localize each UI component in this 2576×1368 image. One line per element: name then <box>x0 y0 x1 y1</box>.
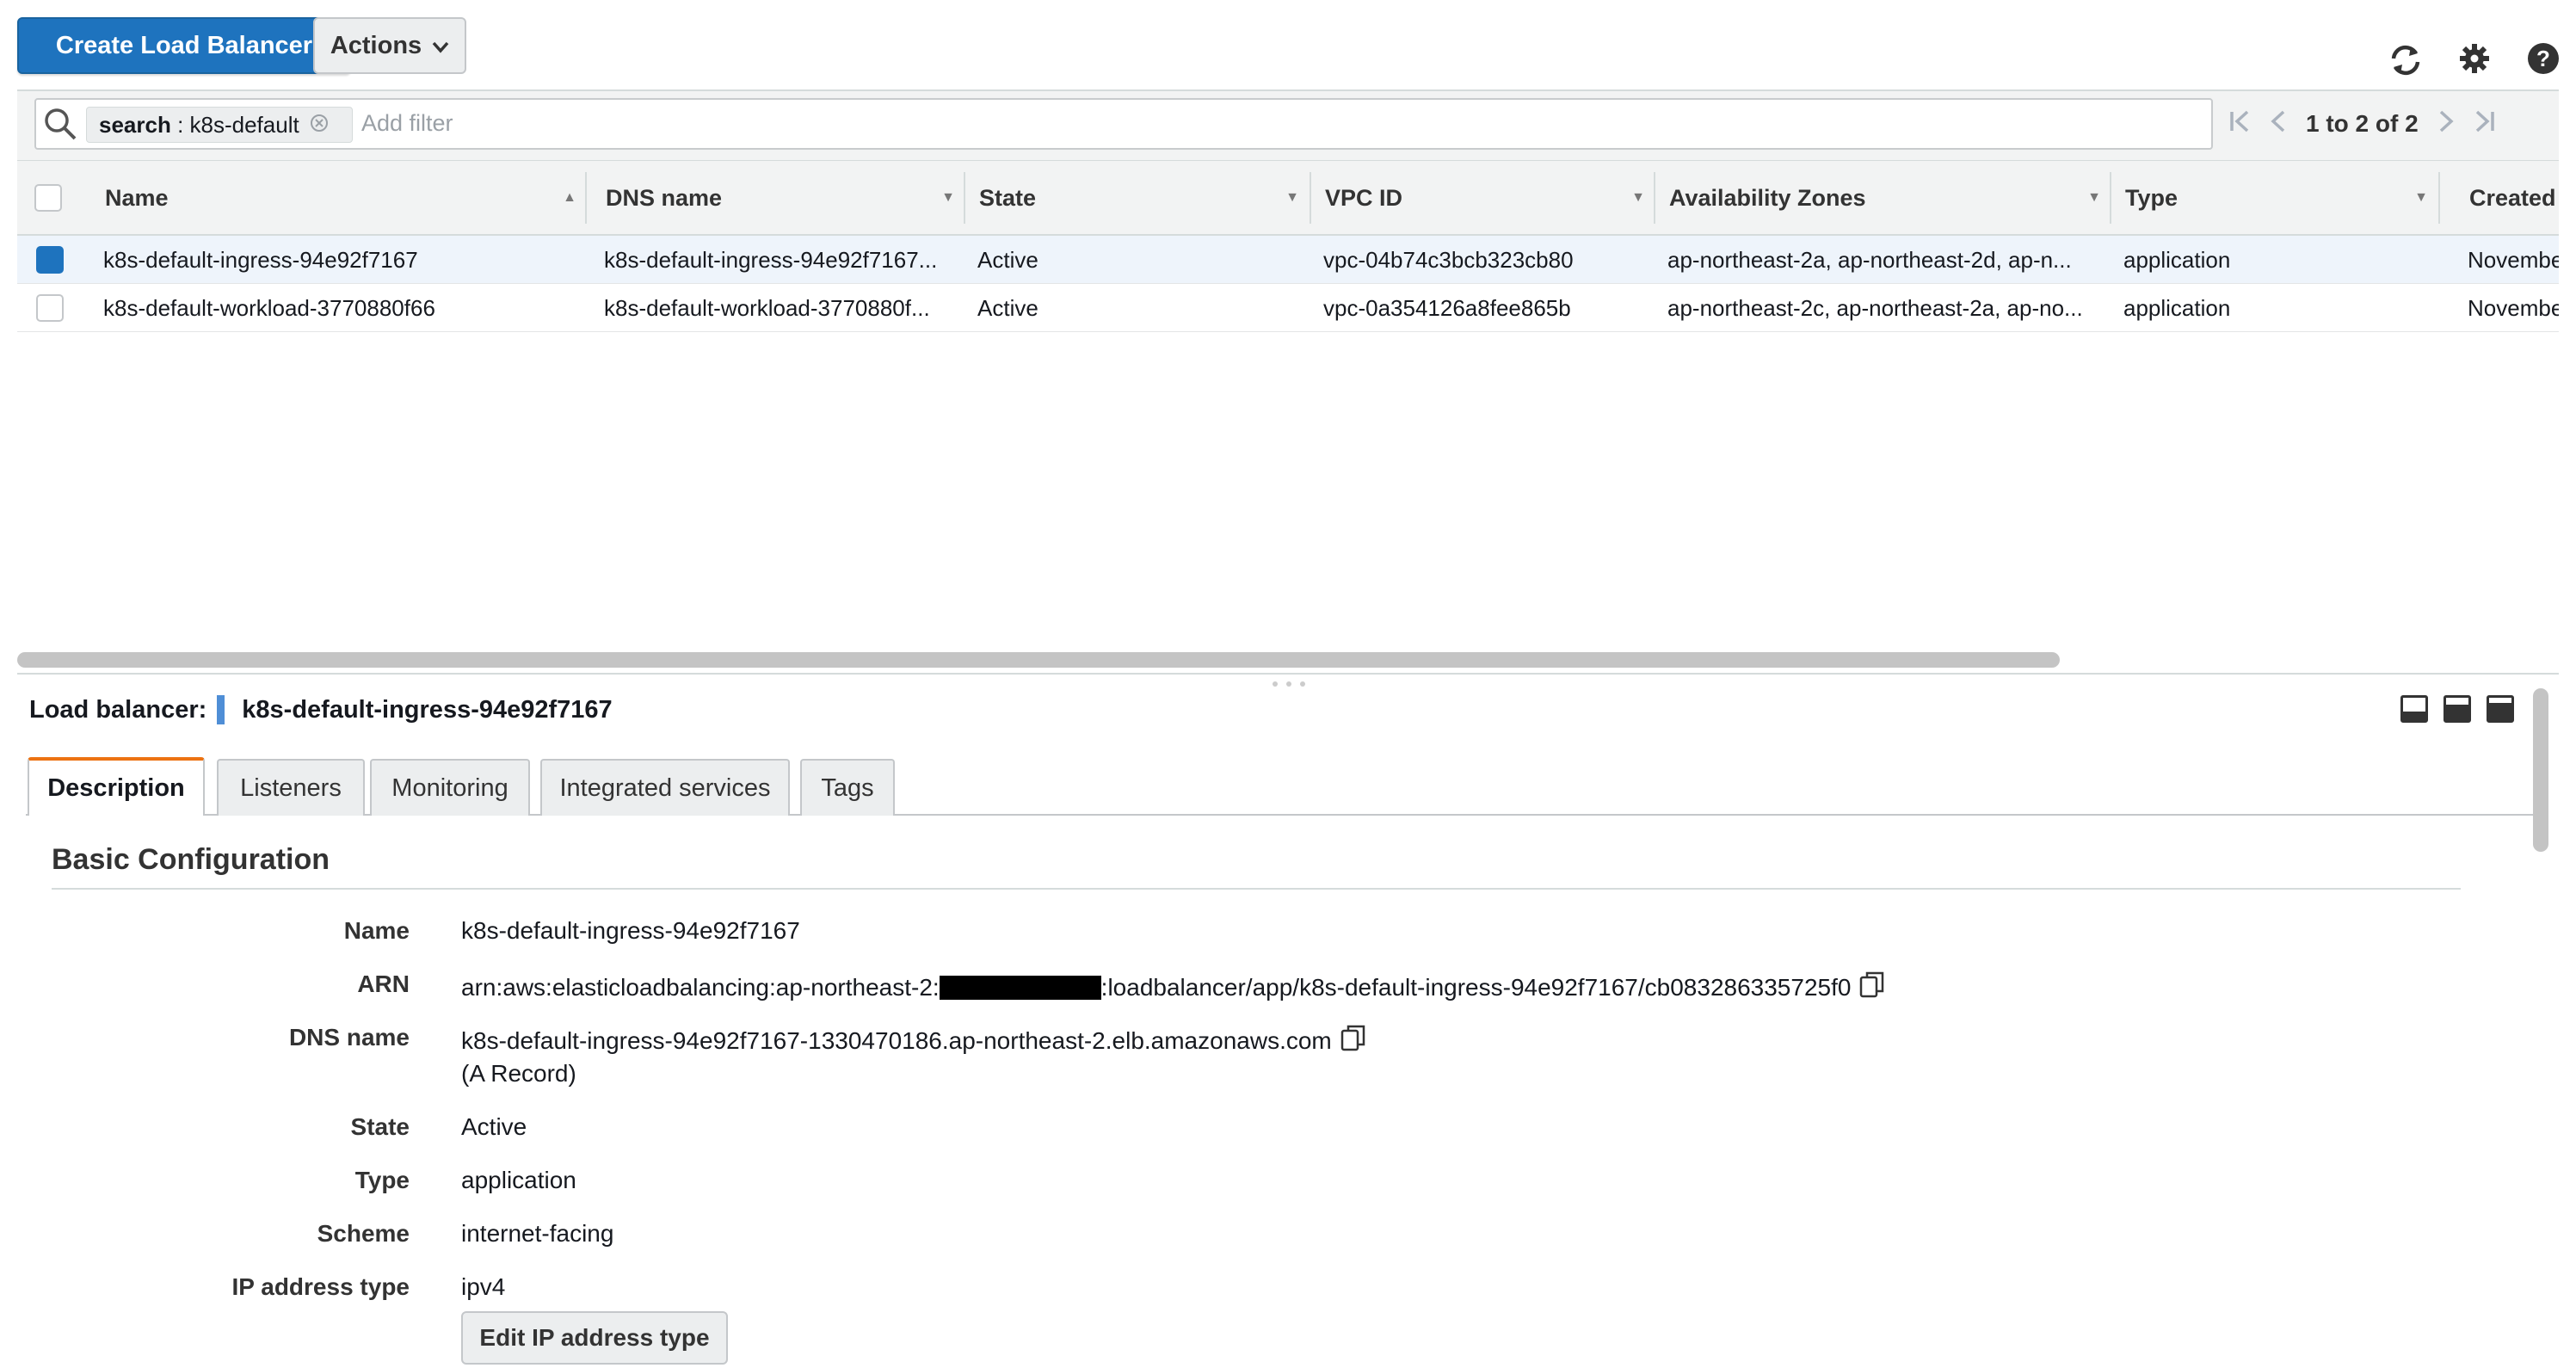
row-availability-zones: ap-northeast-2a, ap-northeast-2d, ap-n..… <box>1667 247 2072 273</box>
row-availability-zones: ap-northeast-2c, ap-northeast-2a, ap-no.… <box>1667 295 2083 321</box>
field-label-state: State <box>350 1113 410 1140</box>
column-header-availability-zones[interactable]: Availability Zones ▼ <box>1659 160 2111 236</box>
help-icon[interactable]: ? <box>2523 38 2564 79</box>
row-name: k8s-default-ingress-94e92f7167 <box>103 247 418 273</box>
refresh-icon[interactable] <box>2385 40 2426 81</box>
tab-description[interactable]: Description <box>28 757 205 816</box>
row-created-at: November <box>2468 295 2559 321</box>
row-state: Active <box>977 247 1038 273</box>
column-header-vpc-id[interactable]: VPC ID ▼ <box>1315 160 1655 236</box>
field-label-name: Name <box>343 917 410 944</box>
tab-listeners[interactable]: Listeners <box>217 759 365 816</box>
row-checkbox[interactable] <box>36 246 64 274</box>
detail-lb-name: k8s-default-ingress-94e92f7167 <box>242 695 613 724</box>
field-label-dns-name: DNS name <box>288 1024 410 1051</box>
actions-label: Actions <box>330 31 422 59</box>
dns-value: k8s-default-ingress-94e92f7167-133047018… <box>461 1026 1332 1054</box>
column-divider[interactable] <box>2110 172 2111 224</box>
next-page-icon[interactable] <box>2437 108 2455 140</box>
row-vpc-id: vpc-04b74c3bcb323cb80 <box>1323 247 1574 273</box>
field-value-ip-address-type: ipv4 <box>461 1273 506 1300</box>
row-name: k8s-default-workload-3770880f66 <box>103 295 435 321</box>
pagination: 1 to 2 of 2 <box>2228 98 2530 150</box>
filter-token-key: search <box>99 111 171 138</box>
selection-marker <box>217 695 225 724</box>
row-type: application <box>2123 247 2231 273</box>
pane-large-icon[interactable] <box>2487 695 2514 723</box>
filter-token-value: k8s-default <box>189 111 299 138</box>
column-divider[interactable] <box>1310 172 1311 224</box>
column-divider[interactable] <box>2438 172 2440 224</box>
row-created-at: November <box>2468 247 2559 273</box>
redacted-account-id <box>939 975 1101 1000</box>
column-header-state[interactable]: State ▼ <box>969 160 1310 236</box>
tab-integrated-services[interactable]: Integrated services <box>540 759 790 816</box>
column-divider[interactable] <box>585 172 587 224</box>
pagination-text: 1 to 2 of 2 <box>2306 110 2419 137</box>
pane-size-controls <box>2400 695 2514 723</box>
horizontal-scrollbar[interactable] <box>17 652 2060 668</box>
row-dns-name: k8s-default-workload-3770880f... <box>604 295 930 321</box>
search-icon <box>43 107 77 145</box>
actions-dropdown-button[interactable]: Actions <box>313 17 466 74</box>
create-load-balancer-button[interactable]: Create Load Balancer <box>17 17 351 74</box>
pane-small-icon[interactable] <box>2400 695 2428 723</box>
row-vpc-id: vpc-0a354126a8fee865b <box>1323 295 1571 321</box>
column-header-created-at[interactable]: Created At <box>2459 160 2559 236</box>
add-filter-placeholder[interactable]: Add filter <box>361 110 453 137</box>
section-divider <box>52 888 2461 890</box>
prev-page-icon[interactable] <box>2270 108 2287 140</box>
dns-record-type: (A Record) <box>461 1060 576 1087</box>
field-value-scheme: internet-facing <box>461 1220 614 1247</box>
tab-tags[interactable]: Tags <box>800 759 895 816</box>
field-label-type: Type <box>354 1167 410 1193</box>
field-value-state: Active <box>461 1113 527 1140</box>
sort-caret-icon: ▼ <box>1631 190 1645 205</box>
last-page-icon[interactable] <box>2474 108 2496 140</box>
column-header-type[interactable]: Type ▼ <box>2115 160 2438 236</box>
first-page-icon[interactable] <box>2228 108 2251 140</box>
field-label-arn: ARN <box>357 971 410 997</box>
select-all-checkbox[interactable] <box>34 184 62 212</box>
detail-title: Load balancer: k8s-default-ingress-94e92… <box>29 695 613 724</box>
field-value-type: application <box>461 1167 576 1193</box>
section-title: Basic Configuration <box>52 843 330 876</box>
edit-ip-address-type-button[interactable]: Edit IP address type <box>461 1311 728 1365</box>
sort-ascending-icon: ▲ <box>563 190 576 205</box>
svg-text:?: ? <box>2536 46 2550 71</box>
field-value-name: k8s-default-ingress-94e92f7167 <box>461 917 800 944</box>
field-label-ip-address-type: IP address type <box>231 1273 410 1300</box>
column-divider[interactable] <box>1654 172 1655 224</box>
column-header-name[interactable]: Name ▲ <box>95 160 585 236</box>
vertical-scrollbar[interactable] <box>2533 688 2548 852</box>
pane-divider[interactable] <box>17 673 2559 675</box>
sort-caret-icon: ▼ <box>1285 190 1299 205</box>
remove-token-icon[interactable] <box>310 112 329 139</box>
column-divider[interactable] <box>964 172 965 224</box>
sort-caret-icon: ▼ <box>941 190 955 205</box>
resize-handle-icon[interactable] <box>1263 681 1315 688</box>
sort-caret-icon: ▼ <box>2414 190 2428 205</box>
tab-monitoring[interactable]: Monitoring <box>370 759 530 816</box>
filter-token[interactable]: search : k8s-default <box>86 107 353 143</box>
row-checkbox[interactable] <box>36 294 64 322</box>
row-state: Active <box>977 295 1038 321</box>
field-label-scheme: Scheme <box>317 1220 410 1247</box>
arn-suffix: :loadbalancer/app/k8s-default-ingress-94… <box>1100 973 1852 1001</box>
field-value-dns-name: k8s-default-ingress-94e92f7167-133047018… <box>461 1024 1366 1057</box>
gear-icon[interactable] <box>2454 38 2495 79</box>
copy-icon[interactable] <box>1859 971 1885 1004</box>
detail-label: Load balancer: <box>29 695 207 724</box>
column-header-dns-name[interactable]: DNS name ▼ <box>595 160 965 236</box>
row-dns-name: k8s-default-ingress-94e92f7167... <box>604 247 938 273</box>
field-value-arn: arn:aws:elasticloadbalancing:ap-northeas… <box>461 971 1885 1004</box>
chevron-down-icon <box>432 32 449 60</box>
row-type: application <box>2123 295 2231 321</box>
sort-caret-icon: ▼ <box>2087 190 2101 205</box>
arn-prefix: arn:aws:elasticloadbalancing:ap-northeas… <box>461 973 940 1001</box>
copy-icon[interactable] <box>1340 1024 1366 1057</box>
pane-medium-icon[interactable] <box>2444 695 2471 723</box>
